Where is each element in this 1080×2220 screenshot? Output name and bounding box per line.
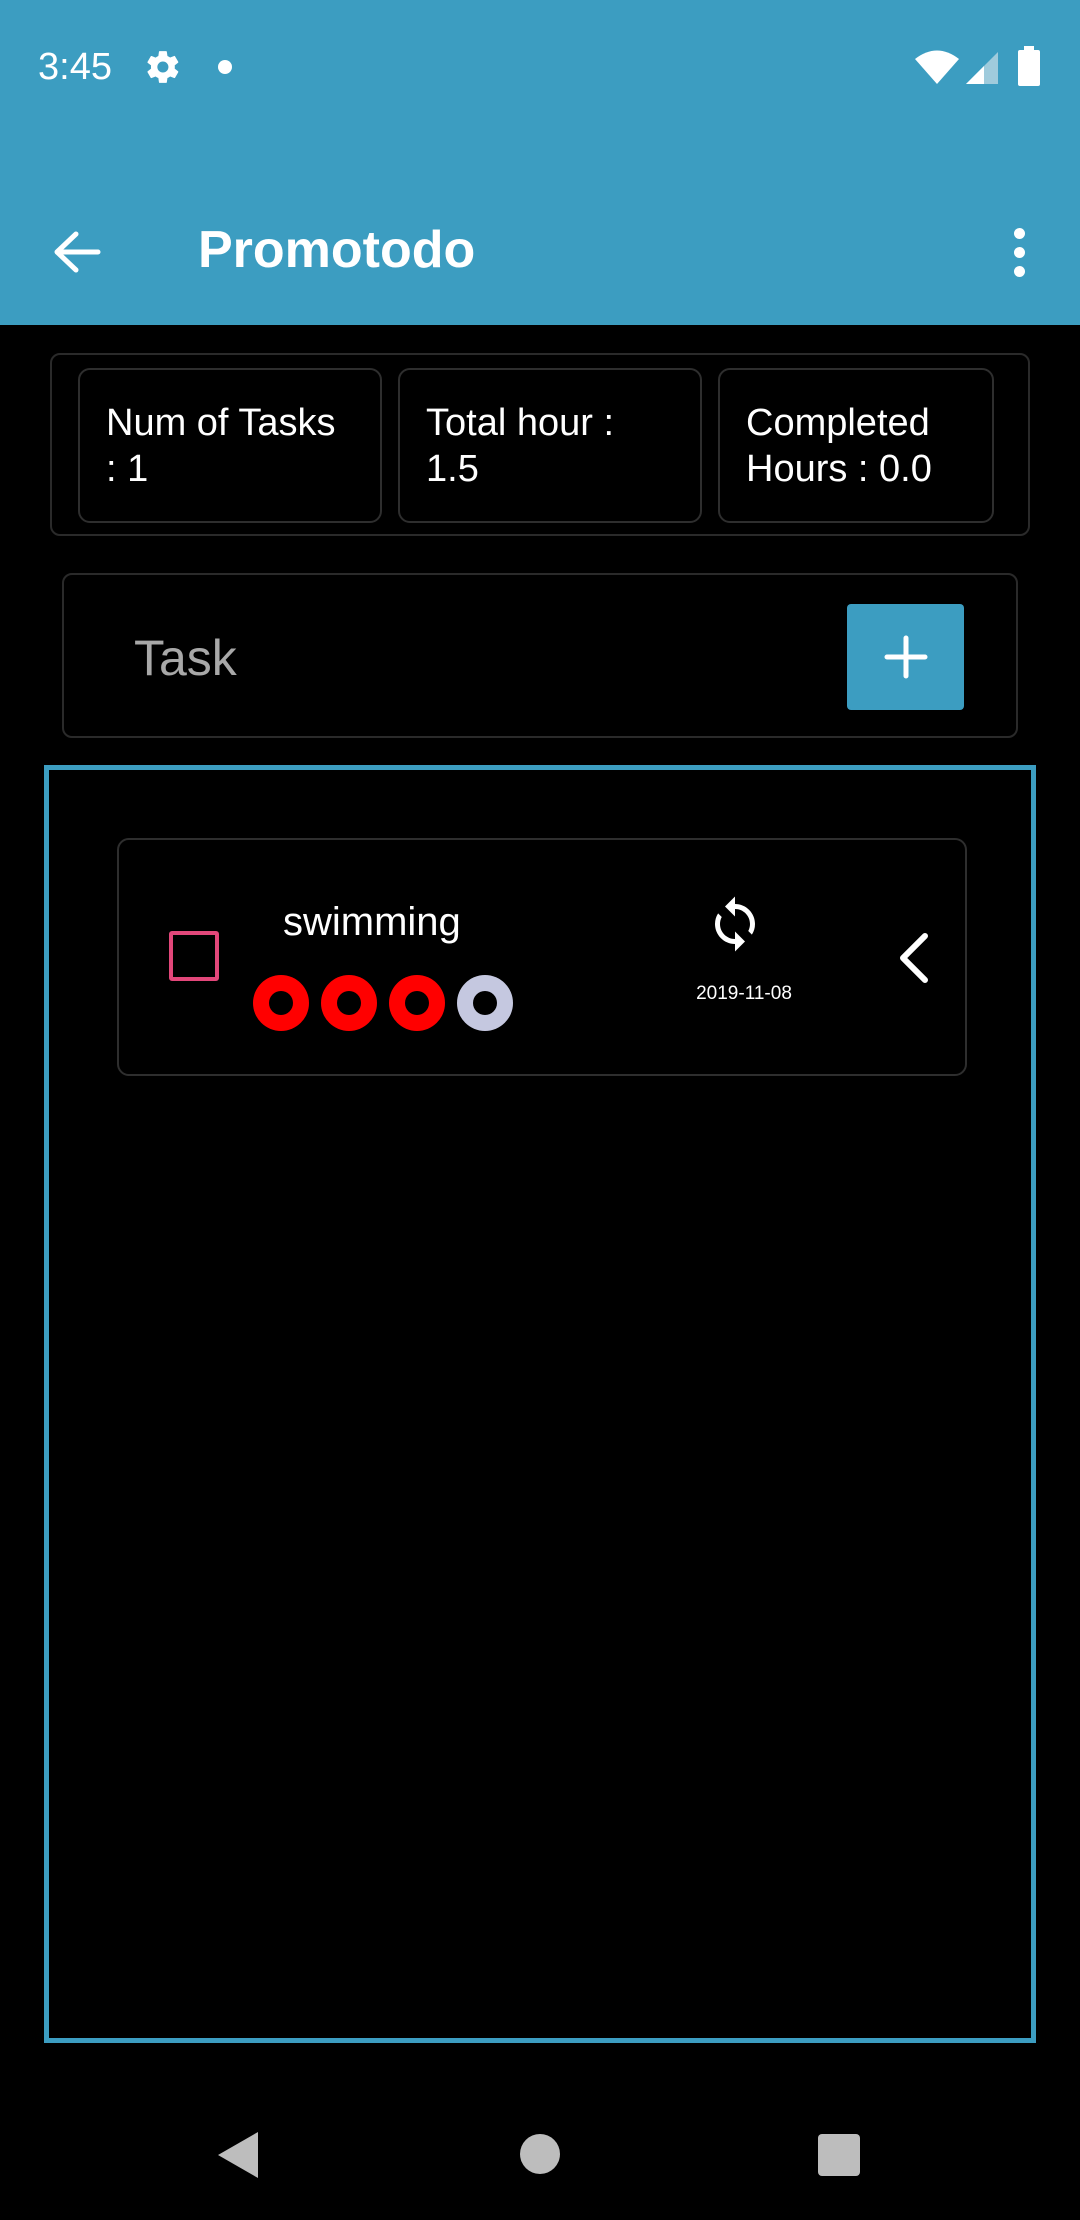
app-header: 3:45 Promotodo bbox=[0, 0, 1080, 325]
pomodoro-indicators bbox=[253, 975, 525, 1031]
more-vertical-icon-dot bbox=[1013, 227, 1025, 239]
task-entry bbox=[62, 573, 1018, 738]
signal-icon bbox=[966, 52, 998, 84]
nav-home-icon[interactable] bbox=[520, 2134, 560, 2174]
arrow-left-icon bbox=[54, 231, 101, 273]
nav-back-icon[interactable] bbox=[216, 2130, 260, 2180]
pomodoro-indicator bbox=[321, 975, 377, 1031]
battery-icon bbox=[1018, 46, 1040, 86]
add-task-button[interactable] bbox=[847, 604, 964, 710]
wifi-icon bbox=[915, 50, 959, 84]
more-options-button[interactable] bbox=[994, 215, 1044, 289]
task-list[interactable]: swimming 2019-11-08 bbox=[44, 765, 1036, 2043]
task-item[interactable]: swimming 2019-11-08 bbox=[117, 838, 967, 1076]
back-button[interactable] bbox=[40, 215, 114, 289]
pomodoro-indicator bbox=[389, 975, 445, 1031]
pomodoro-indicator bbox=[253, 975, 309, 1031]
num-tasks-card: Num of Tasks : 1 bbox=[78, 368, 382, 523]
pomodoro-indicator bbox=[457, 975, 513, 1031]
task-input[interactable] bbox=[134, 625, 654, 691]
more-vertical-icon-dot bbox=[1013, 265, 1025, 277]
system-nav-bar bbox=[0, 2090, 1080, 2220]
num-tasks-label: Num of Tasks : 1 bbox=[106, 402, 336, 490]
more-vertical-icon-dot bbox=[1013, 246, 1025, 258]
gear-icon bbox=[147, 51, 179, 83]
stats-panel: Num of Tasks : 1 Total hour : 1.5 Comple… bbox=[50, 353, 1030, 536]
task-checkbox[interactable] bbox=[169, 931, 219, 981]
plus-icon bbox=[884, 635, 927, 679]
task-name: swimming bbox=[283, 900, 461, 944]
page-title: Promotodo bbox=[198, 221, 476, 279]
status-time: 3:45 bbox=[38, 46, 112, 88]
chevron-left-icon bbox=[900, 933, 928, 983]
nav-recents-icon[interactable] bbox=[818, 2134, 860, 2176]
notification-dot-icon bbox=[218, 60, 232, 74]
sync-icon[interactable] bbox=[705, 892, 765, 956]
completed-hours-card: Completed Hours : 0.0 bbox=[718, 368, 994, 523]
app-bar: Promotodo bbox=[0, 175, 1080, 325]
completed-hours-label: Completed Hours : 0.0 bbox=[746, 402, 932, 490]
task-date: 2019-11-08 bbox=[696, 983, 792, 1004]
status-bar: 3:45 bbox=[0, 0, 1080, 135]
total-hours-card: Total hour : 1.5 bbox=[398, 368, 702, 523]
expand-task-button[interactable] bbox=[889, 926, 939, 990]
total-hours-label: Total hour : 1.5 bbox=[426, 402, 614, 490]
